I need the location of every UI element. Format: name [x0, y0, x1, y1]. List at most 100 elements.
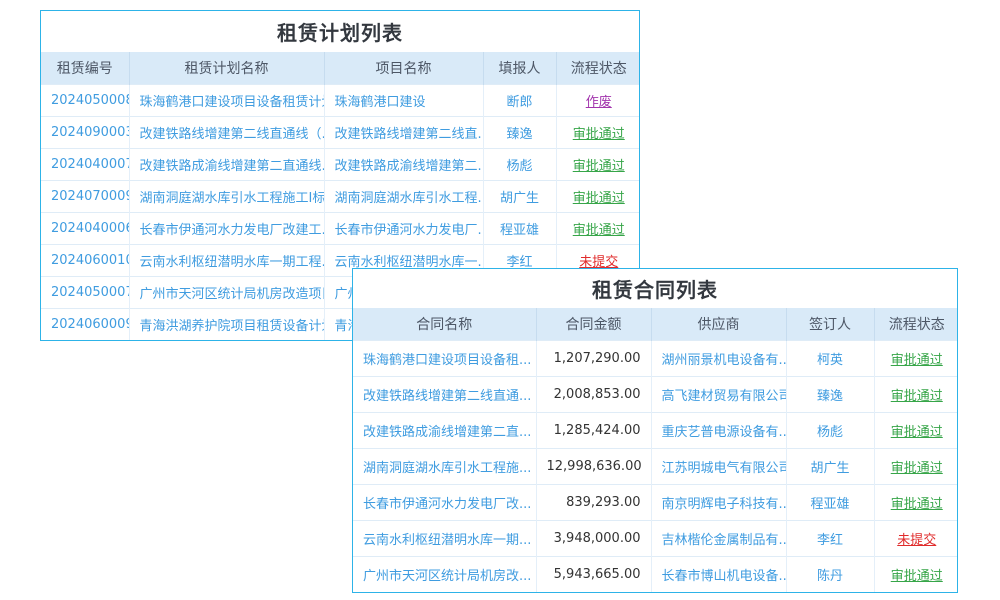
project-link[interactable]: 湖南洞庭湖水库引水工程... [335, 191, 484, 206]
supplier-link[interactable]: 重庆艺普电源设备有... [662, 425, 787, 440]
status-link[interactable]: 审批通过 [573, 191, 625, 206]
name-link[interactable]: 云南水利枢纽潜明水库一期... [363, 533, 531, 548]
plan-link[interactable]: 湖南洞庭湖水库引水工程施工I标... [140, 191, 325, 206]
cell-signer[interactable]: 李红 [786, 521, 874, 557]
cell-name[interactable]: 改建铁路成渝线增建第二直... [353, 413, 536, 449]
cell-name[interactable]: 云南水利枢纽潜明水库一期... [353, 521, 536, 557]
cell-supplier[interactable]: 吉林楷伦金属制品有... [651, 521, 786, 557]
id-link[interactable]: 2024050008 [51, 93, 129, 108]
cell-id[interactable]: 2024060009 [41, 309, 129, 341]
cell-id[interactable]: 2024040006 [41, 213, 129, 245]
signer-link[interactable]: 陈丹 [817, 569, 843, 584]
cell-supplier[interactable]: 江苏明城电气有限公司 [651, 449, 786, 485]
status-link[interactable]: 审批通过 [891, 353, 943, 368]
cell-status[interactable]: 审批通过 [556, 181, 640, 213]
cell-project[interactable]: 改建铁路线增建第二线直... [324, 117, 483, 149]
cell-status[interactable]: 审批通过 [874, 449, 958, 485]
status-link[interactable]: 审批通过 [891, 425, 943, 440]
cell-reporter[interactable]: 杨彪 [483, 149, 556, 181]
project-link[interactable]: 改建铁路线增建第二线直... [335, 127, 484, 142]
supplier-link[interactable]: 长春市博山机电设备... [662, 569, 787, 584]
status-link[interactable]: 审批通过 [573, 223, 625, 238]
cell-status[interactable]: 审批通过 [556, 213, 640, 245]
cell-plan[interactable]: 长春市伊通河水力发电厂改建工... [129, 213, 324, 245]
plan-link[interactable]: 广州市天河区统计局机房改造项目 [140, 287, 325, 302]
supplier-link[interactable]: 吉林楷伦金属制品有... [662, 533, 787, 548]
plan-link[interactable]: 改建铁路成渝线增建第二直通线... [140, 159, 325, 174]
signer-link[interactable]: 胡广生 [810, 461, 849, 476]
plan-link[interactable]: 云南水利枢纽潜明水库一期工程... [140, 255, 325, 270]
cell-signer[interactable]: 柯英 [786, 341, 874, 377]
status-link[interactable]: 审批通过 [891, 389, 943, 404]
reporter-link[interactable]: 杨彪 [506, 159, 532, 174]
cell-supplier[interactable]: 重庆艺普电源设备有... [651, 413, 786, 449]
cell-plan[interactable]: 改建铁路成渝线增建第二直通线... [129, 149, 324, 181]
reporter-link[interactable]: 胡广生 [500, 191, 539, 206]
name-link[interactable]: 广州市天河区统计局机房改... [363, 569, 531, 584]
cell-id[interactable]: 2024040007 [41, 149, 129, 181]
name-link[interactable]: 长春市伊通河水力发电厂改... [363, 497, 531, 512]
cell-status[interactable]: 审批通过 [874, 485, 958, 521]
supplier-link[interactable]: 南京明辉电子科技有... [662, 497, 787, 512]
supplier-link[interactable]: 江苏明城电气有限公司 [662, 461, 787, 476]
id-link[interactable]: 2024050007 [51, 285, 129, 300]
cell-signer[interactable]: 陈丹 [786, 557, 874, 593]
cell-plan[interactable]: 青海洪湖养护院项目租赁设备计划 [129, 309, 324, 341]
cell-project[interactable]: 长春市伊通河水力发电厂... [324, 213, 483, 245]
plan-link[interactable]: 珠海鹤港口建设项目设备租赁计划 [140, 95, 325, 110]
cell-status[interactable]: 作废 [556, 85, 640, 117]
cell-id[interactable]: 2024050008 [41, 85, 129, 117]
signer-link[interactable]: 臻逸 [817, 389, 843, 404]
project-link[interactable]: 长春市伊通河水力发电厂... [335, 223, 484, 238]
cell-project[interactable]: 珠海鹤港口建设 [324, 85, 483, 117]
cell-supplier[interactable]: 长春市博山机电设备... [651, 557, 786, 593]
supplier-link[interactable]: 湖州丽景机电设备有... [662, 353, 787, 368]
reporter-link[interactable]: 断郎 [506, 95, 532, 110]
cell-project[interactable]: 改建铁路成渝线增建第二... [324, 149, 483, 181]
reporter-link[interactable]: 程亚雄 [500, 223, 539, 238]
name-link[interactable]: 改建铁路线增建第二线直通... [363, 389, 531, 404]
cell-plan[interactable]: 湖南洞庭湖水库引水工程施工I标... [129, 181, 324, 213]
name-link[interactable]: 改建铁路成渝线增建第二直... [363, 425, 531, 440]
cell-supplier[interactable]: 高飞建材贸易有限公司 [651, 377, 786, 413]
status-link[interactable]: 未提交 [897, 533, 936, 548]
cell-status[interactable]: 审批通过 [556, 149, 640, 181]
plan-link[interactable]: 长春市伊通河水力发电厂改建工... [140, 223, 325, 238]
cell-reporter[interactable]: 程亚雄 [483, 213, 556, 245]
cell-status[interactable]: 审批通过 [874, 557, 958, 593]
id-link[interactable]: 2024070009 [51, 189, 129, 204]
signer-link[interactable]: 李红 [817, 533, 843, 548]
cell-reporter[interactable]: 断郎 [483, 85, 556, 117]
id-link[interactable]: 2024060009 [51, 317, 129, 332]
cell-id[interactable]: 2024090003 [41, 117, 129, 149]
status-link[interactable]: 作废 [586, 95, 612, 110]
cell-id[interactable]: 2024070009 [41, 181, 129, 213]
cell-id[interactable]: 2024060010 [41, 245, 129, 277]
cell-name[interactable]: 广州市天河区统计局机房改... [353, 557, 536, 593]
cell-status[interactable]: 审批通过 [874, 377, 958, 413]
cell-id[interactable]: 2024050007 [41, 277, 129, 309]
project-link[interactable]: 改建铁路成渝线增建第二... [335, 159, 484, 174]
cell-signer[interactable]: 胡广生 [786, 449, 874, 485]
cell-status[interactable]: 审批通过 [556, 117, 640, 149]
cell-name[interactable]: 湖南洞庭湖水库引水工程施... [353, 449, 536, 485]
cell-plan[interactable]: 广州市天河区统计局机房改造项目 [129, 277, 324, 309]
id-link[interactable]: 2024060010 [51, 253, 129, 268]
plan-link[interactable]: 青海洪湖养护院项目租赁设备计划 [140, 319, 325, 334]
name-link[interactable]: 湖南洞庭湖水库引水工程施... [363, 461, 531, 476]
cell-name[interactable]: 长春市伊通河水力发电厂改... [353, 485, 536, 521]
signer-link[interactable]: 柯英 [817, 353, 843, 368]
id-link[interactable]: 2024040006 [51, 221, 129, 236]
cell-signer[interactable]: 杨彪 [786, 413, 874, 449]
status-link[interactable]: 审批通过 [891, 497, 943, 512]
supplier-link[interactable]: 高飞建材贸易有限公司 [662, 389, 787, 404]
cell-signer[interactable]: 程亚雄 [786, 485, 874, 521]
cell-project[interactable]: 湖南洞庭湖水库引水工程... [324, 181, 483, 213]
status-link[interactable]: 审批通过 [573, 159, 625, 174]
cell-signer[interactable]: 臻逸 [786, 377, 874, 413]
cell-plan[interactable]: 云南水利枢纽潜明水库一期工程... [129, 245, 324, 277]
cell-supplier[interactable]: 湖州丽景机电设备有... [651, 341, 786, 377]
cell-status[interactable]: 审批通过 [874, 413, 958, 449]
cell-supplier[interactable]: 南京明辉电子科技有... [651, 485, 786, 521]
cell-name[interactable]: 改建铁路线增建第二线直通... [353, 377, 536, 413]
